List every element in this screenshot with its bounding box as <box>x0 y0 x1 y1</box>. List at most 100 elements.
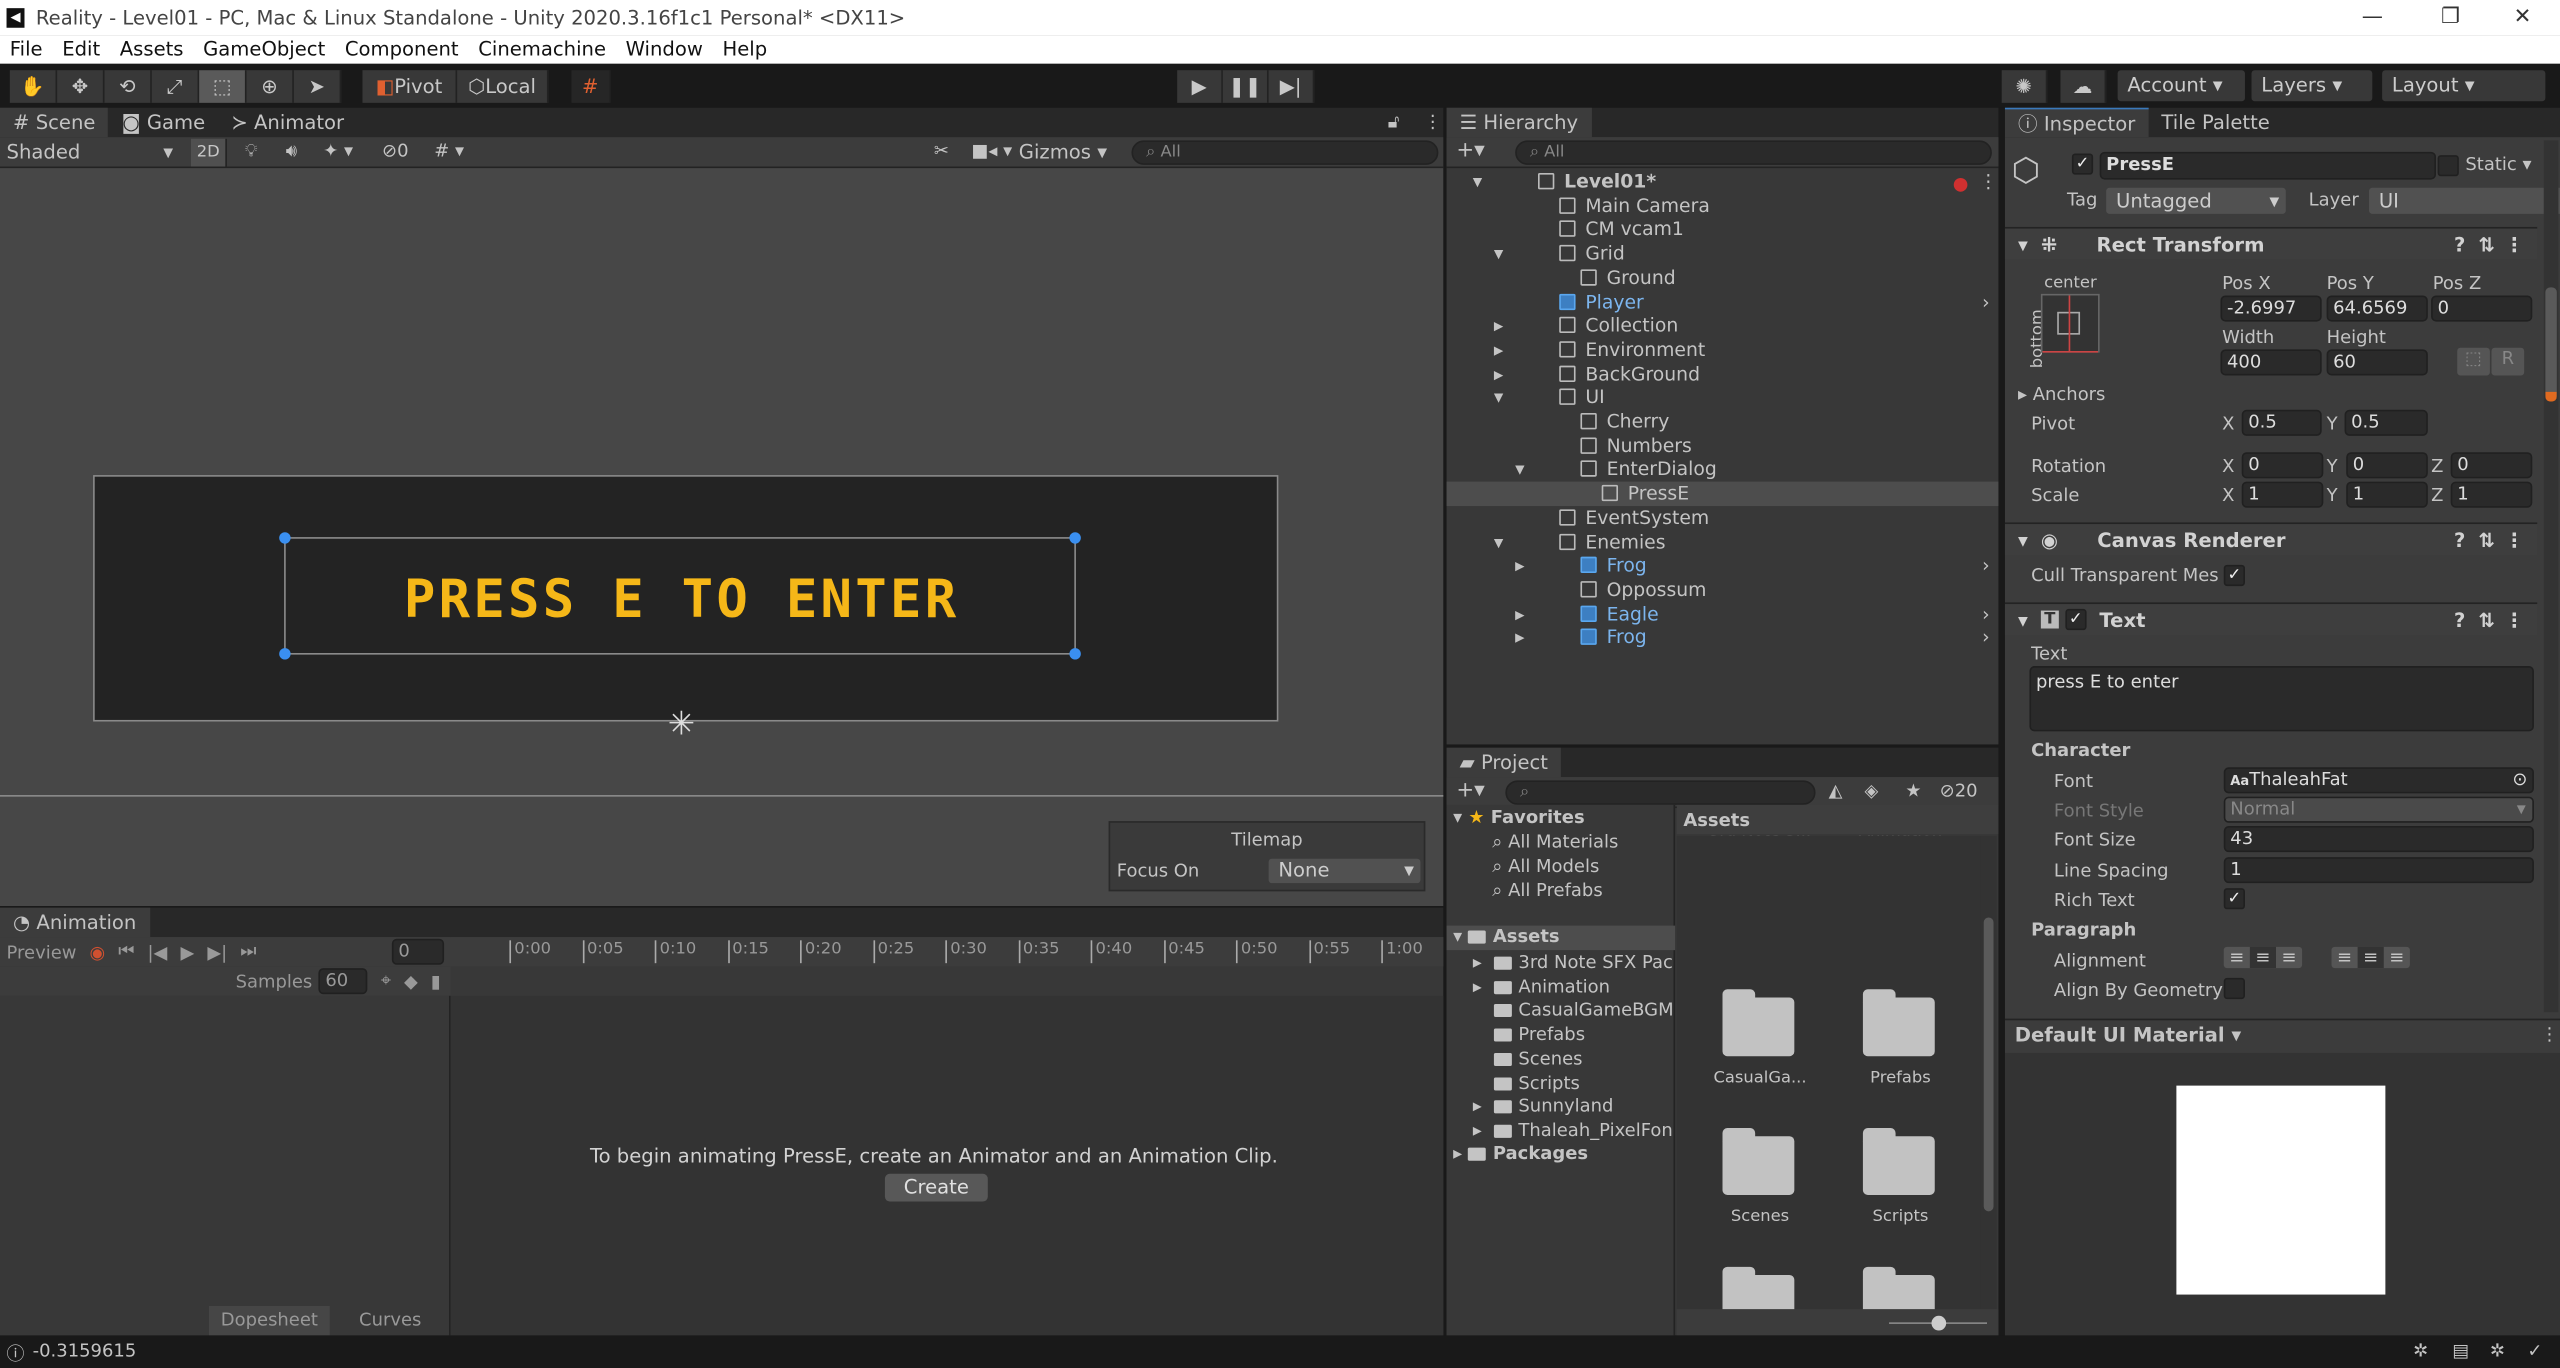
lighting-icon[interactable]: 💡︎ <box>245 140 258 163</box>
create-asset-button[interactable]: +▾ <box>1456 779 1484 803</box>
cull-transparent-checkbox[interactable]: ✓ <box>2223 564 2245 587</box>
project-search-input[interactable]: ⌕ <box>1505 780 1816 805</box>
effects-icon[interactable]: ✦ ▾ <box>323 140 353 161</box>
bug-icon[interactable]: ✲ <box>2490 1340 2505 1361</box>
favorite-star-icon[interactable]: ★ <box>1905 780 1921 801</box>
blueprint-mode-button[interactable]: ⬚ <box>2457 347 2490 376</box>
project-folder-item[interactable]: Scenes <box>1473 1048 1675 1069</box>
add-object-button[interactable]: +▾ <box>1456 139 1484 163</box>
foldout-arrow-icon[interactable]: ▾ <box>1494 530 1503 554</box>
align-left-button[interactable]: ≡ <box>2224 947 2250 968</box>
foldout-arrow-icon[interactable]: ▸ <box>1473 1120 1494 1141</box>
hidden-packages-toggle[interactable]: ⊘20 <box>1940 780 1978 801</box>
close-button[interactable]: ✕ <box>2485 0 2560 36</box>
transform-tool-icon[interactable]: ⊕ <box>246 70 294 103</box>
packages-root[interactable]: ▸ Packages <box>1453 1143 1588 1164</box>
pivot-x-field[interactable]: 0.5 <box>2241 409 2322 436</box>
layer-dropdown[interactable]: UI▾ <box>2369 187 2560 214</box>
prefab-open-icon[interactable]: › <box>1982 626 1990 650</box>
foldout-arrow-icon[interactable]: ▸ <box>1473 1096 1494 1117</box>
rich-text-checkbox[interactable]: ✓ <box>2223 888 2245 910</box>
menu-window[interactable]: Window <box>616 36 713 64</box>
asset-grid-item[interactable]: Prefabs <box>1830 948 1970 1087</box>
rotation-x-field[interactable]: 0 <box>2241 452 2324 479</box>
samples-field[interactable]: 60 <box>318 968 368 995</box>
preset-icon[interactable]: ⇅ <box>2478 608 2494 631</box>
hierarchy-search-input[interactable]: ⌕ All <box>1515 140 1992 165</box>
audio-icon[interactable]: 🔊︎ <box>286 140 297 163</box>
hierarchy-item[interactable]: Oppossum <box>1447 578 1999 602</box>
component-menu-icon[interactable]: ⋮ <box>2505 233 2525 256</box>
menu-component[interactable]: Component <box>335 36 468 64</box>
project-folder-item[interactable]: Prefabs <box>1473 1024 1675 1045</box>
project-folder-item[interactable]: ▸ 3rd Note SFX Pac <box>1473 952 1675 973</box>
rotate-tool-icon[interactable]: ⟲ <box>104 70 152 103</box>
hierarchy-item[interactable]: Ground <box>1447 266 1999 290</box>
font-style-dropdown[interactable]: Normal ▾ <box>2223 796 2534 823</box>
pivot-y-field[interactable]: 0.5 <box>2344 409 2428 436</box>
hierarchy-item[interactable]: CM vcam1 <box>1447 218 1999 242</box>
posz-field[interactable]: 0 <box>2431 295 2533 322</box>
foldout-arrow-icon[interactable]: ▾ <box>1515 458 1524 482</box>
filter-label-icon[interactable]: ◈ <box>1865 780 1879 801</box>
hierarchy-item[interactable]: ▾ Grid <box>1447 242 1999 266</box>
scene-view[interactable]: PRESS E TO ENTER ✳ Tilemap Focus On None… <box>0 168 1444 907</box>
tab-hierarchy[interactable]: ☰ Hierarchy <box>1446 107 1592 138</box>
foldout-arrow-icon[interactable]: ▸ <box>1515 626 1524 650</box>
active-checkbox[interactable]: ✓ <box>2071 153 2094 175</box>
prefab-open-icon[interactable]: › <box>1982 290 1990 314</box>
rotation-z-field[interactable]: 0 <box>2450 452 2533 479</box>
move-tool-icon[interactable]: ✥ <box>57 70 105 103</box>
progress-icon[interactable]: ▤ <box>2452 1340 2469 1361</box>
local-toggle[interactable]: ⬡ Local <box>457 70 549 103</box>
anchors-foldout[interactable]: ▸ Anchors <box>2018 384 2105 405</box>
component-menu-icon[interactable]: ⋮ <box>2505 608 2525 631</box>
text-component-header[interactable]: ▾ T ✓ Text? ⇅ ⋮ <box>2004 602 2538 636</box>
object-picker-icon[interactable]: ⊙ <box>2512 769 2527 792</box>
pause-button[interactable]: ❚❚ <box>1222 70 1269 103</box>
menu-cinemachine[interactable]: Cinemachine <box>468 36 615 64</box>
tab-animation[interactable]: ◔ Animation <box>0 907 150 938</box>
hand-tool-icon[interactable]: ✋ <box>9 70 58 103</box>
line-spacing-field[interactable]: 1 <box>2223 857 2534 884</box>
rect-tool-icon[interactable]: ⬚ <box>199 70 247 103</box>
hierarchy-item[interactable]: ▸ Eagle › <box>1447 602 1999 626</box>
prev-key-button[interactable]: |◀ <box>148 941 168 962</box>
hierarchy-item[interactable]: Main Camera <box>1447 194 1999 218</box>
first-key-button[interactable]: ⏮ <box>118 940 134 963</box>
font-field[interactable]: AaThaleahFat ⊙ <box>2223 767 2534 794</box>
scale-x-field[interactable]: 1 <box>2241 481 2324 508</box>
filter-type-icon[interactable]: ◭ <box>1829 780 1843 801</box>
hierarchy-item[interactable]: ▾ UI <box>1447 386 1999 410</box>
fav-all-materials[interactable]: ⌕ All Materials <box>1492 831 1618 854</box>
asset-grid-item[interactable]: 3rd Note S... <box>1690 836 1830 949</box>
text-enabled-checkbox[interactable]: ✓ <box>2065 608 2087 631</box>
preview-toggle[interactable]: Preview <box>7 941 77 962</box>
more-menu-icon[interactable]: ⋮ <box>1424 111 1442 132</box>
menu-help[interactable]: Help <box>713 36 777 64</box>
help-icon[interactable]: ? <box>2454 608 2465 631</box>
component-menu-icon[interactable]: ⋮ <box>2505 528 2525 551</box>
custom-tool-icon[interactable]: ➤ <box>293 70 342 103</box>
hierarchy-item[interactable]: EventSystem <box>1447 506 1999 530</box>
posx-field[interactable]: -2.6997 <box>2220 295 2322 322</box>
prefab-open-icon[interactable]: › <box>1982 602 1990 626</box>
posy-field[interactable]: 64.6569 <box>2326 295 2428 322</box>
layers-dropdown[interactable]: Layers ▾ <box>2251 70 2373 102</box>
selected-rect[interactable]: PRESS E TO ENTER <box>279 532 1081 660</box>
next-key-button[interactable]: ▶| <box>207 941 227 962</box>
anchor-preset-button[interactable] <box>2040 293 2100 353</box>
project-folder-item[interactable]: ▸ Sunnyland <box>1473 1096 1675 1117</box>
hierarchy-item[interactable]: ▸ Environment <box>1447 338 1999 362</box>
foldout-arrow-icon[interactable]: ▸ <box>1515 554 1524 578</box>
curves-tab[interactable]: Curves <box>330 1306 451 1335</box>
inspector-scrollbar[interactable] <box>2543 140 2559 1013</box>
collab-icon[interactable]: ✺ <box>2001 70 2048 103</box>
maximize-button[interactable]: ❐ <box>2413 0 2488 36</box>
asset-grid-item[interactable]: CasualGa... <box>1690 948 1830 1087</box>
foldout-arrow-icon[interactable]: ▾ <box>1494 386 1503 410</box>
foldout-arrow-icon[interactable]: ▸ <box>1473 976 1494 997</box>
foldout-arrow-icon[interactable]: ▸ <box>1515 602 1524 626</box>
menu-edit[interactable]: Edit <box>52 36 110 64</box>
lock-icon[interactable]: 🔓︎ <box>1388 111 1400 134</box>
